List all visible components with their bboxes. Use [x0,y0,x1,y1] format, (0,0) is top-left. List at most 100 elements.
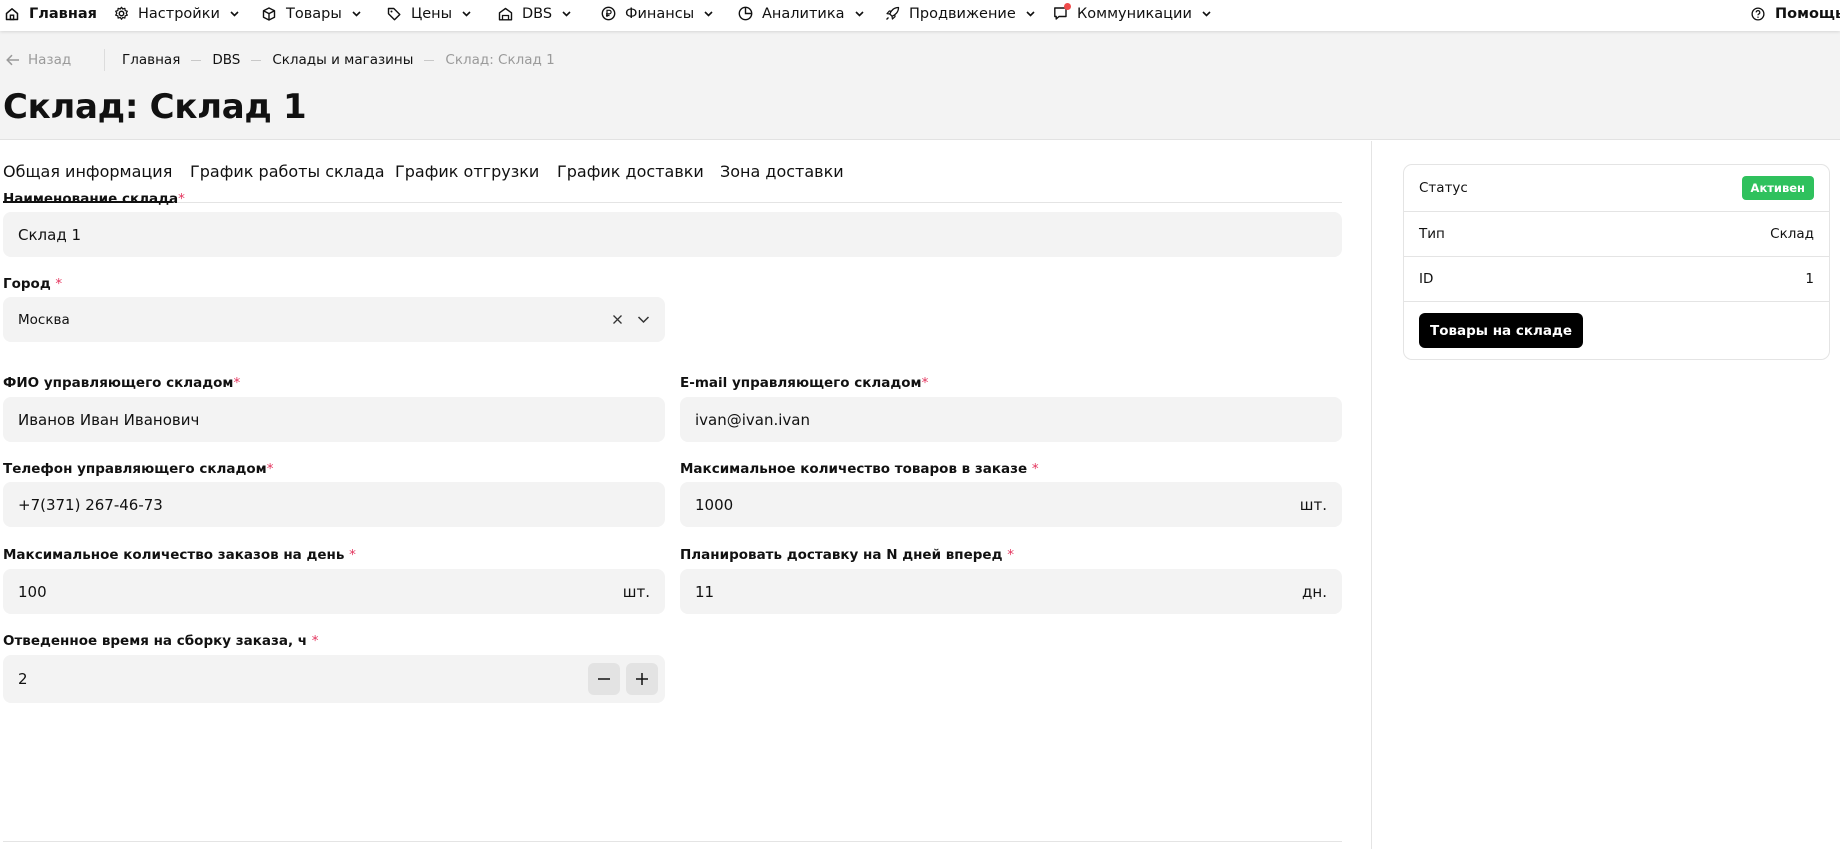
notification-dot [1064,2,1071,10]
decrement-button[interactable] [588,663,620,695]
warehouse-name-input[interactable]: Склад 1 [3,212,1342,257]
help-icon [1750,6,1766,22]
nav-finance-label: Финансы [625,5,695,22]
nav-promotion-label: Продвижение [909,5,1016,22]
nav-communications-label: Коммуникации [1077,5,1192,22]
required-mark: * [266,461,274,477]
chevron-down-icon[interactable] [637,315,650,324]
nav-help-label: Помощь [1775,5,1840,22]
page-title: Склад: Склад 1 [3,87,307,127]
tab-warehouse-schedule[interactable]: График работы склада [190,141,385,203]
nav-finance[interactable]: Финансы [600,0,714,27]
clear-icon[interactable] [612,314,623,325]
required-mark: * [349,547,356,563]
chevron-down-icon [462,11,471,17]
max-items-label: Максимальное количество товаров в заказе… [680,461,1039,477]
chevron-down-icon [1026,11,1035,17]
home-icon [4,6,20,22]
assembly-time-label: Отведенное время на сборку заказа, ч * [3,633,319,649]
max-orders-input[interactable]: 100 шт. [3,569,665,614]
plus-icon [636,673,648,685]
breadcrumb-home[interactable]: Главная [122,52,180,68]
tab-bar: Общая информация График работы склада Гр… [3,141,1342,203]
chevron-down-icon [562,11,571,17]
max-items-input[interactable]: 1000 шт. [680,482,1342,527]
chevron-down-icon [230,11,239,17]
warehouse-products-button[interactable]: Товары на складе [1419,313,1584,348]
tab-shipment-schedule[interactable]: График отгрузки [395,141,539,203]
required-mark: * [921,375,929,391]
id-row: ID 1 [1404,257,1829,302]
status-label: Статус [1419,180,1468,196]
top-navigation: Главная Настройки Товары Цены DBS Финанс [0,0,1840,31]
type-value: Склад [1770,226,1814,242]
id-value: 1 [1805,271,1814,287]
unit-label: дн. [1302,582,1327,601]
nav-analytics[interactable]: Аналитика [737,0,865,27]
nav-products-label: Товары [286,5,342,22]
nav-promotion[interactable]: Продвижение [884,0,1036,27]
type-row: Тип Склад [1404,212,1829,257]
price-tag-icon [386,6,402,22]
chat-icon [1052,2,1071,22]
breadcrumb-dbs[interactable]: DBS [212,52,240,68]
nav-dbs-label: DBS [522,5,553,22]
nav-prices-label: Цены [411,5,453,22]
required-mark: * [1031,461,1039,477]
chevron-down-icon [1202,11,1211,17]
breadcrumb-separator [251,59,262,61]
nav-analytics-label: Аналитика [762,5,845,22]
gear-icon [113,6,129,22]
manager-email-input[interactable]: ivan@ivan.ivan [680,397,1342,442]
city-select[interactable]: Москва [3,297,665,342]
type-label: Тип [1419,226,1445,242]
divider [1371,141,1372,849]
nav-settings[interactable]: Настройки [113,0,240,27]
warehouse-info-panel: Статус Активен Тип Склад ID 1 Товары на … [1403,164,1830,360]
nav-products[interactable]: Товары [261,0,362,27]
status-row: Статус Активен [1404,165,1829,212]
manager-email-label: E-mail управляющего складом* [680,375,929,391]
nav-home[interactable]: Главная [4,0,97,27]
required-mark: * [55,276,63,292]
manager-name-label: ФИО управляющего складом* [3,375,241,391]
id-label: ID [1419,271,1434,287]
nav-help[interactable]: Помощь [1750,0,1840,27]
manager-name-input[interactable]: Иванов Иван Иванович [3,397,665,442]
assembly-time-stepper[interactable]: 2 [3,655,665,703]
manager-phone-input[interactable]: +7(371) 267-46-73 [3,482,665,527]
main-content: Общая информация График работы склада Гр… [0,141,1371,849]
pie-chart-icon [737,6,753,22]
nav-dbs[interactable]: DBS [497,0,572,27]
chevron-down-icon [352,11,361,17]
box-icon [261,6,277,22]
nav-communications[interactable]: Коммуникации [1052,0,1212,27]
manager-phone-label: Телефон управляющего складом* [3,461,274,477]
plan-days-label: Планировать доставку на N дней вперед * [680,547,1014,563]
rocket-icon [884,6,900,22]
unit-label: шт. [1299,495,1327,514]
plan-days-input[interactable]: 11 дн. [680,569,1342,614]
back-link[interactable]: Назад [6,51,71,69]
nav-prices[interactable]: Цены [386,0,472,27]
tab-delivery-schedule[interactable]: График доставки [557,141,704,203]
breadcrumb-separator [424,59,435,61]
minus-icon [598,678,610,680]
breadcrumb-current: Склад: Склад 1 [445,52,555,68]
store-icon [497,6,513,22]
arrow-left-icon [6,54,19,66]
required-mark: * [233,375,241,391]
ruble-icon [600,6,616,22]
breadcrumb-warehouses[interactable]: Склады и магазины [272,52,413,68]
required-mark: * [1007,547,1014,563]
tab-delivery-zone[interactable]: Зона доставки [720,141,844,203]
back-label: Назад [28,52,72,68]
divider [3,841,1342,842]
required-mark: * [178,191,185,207]
warehouse-name-label: Наименование склада* [3,191,185,207]
increment-button[interactable] [626,663,658,695]
required-mark: * [311,633,319,649]
divider [104,49,105,71]
chevron-down-icon [854,11,864,17]
chevron-down-icon [704,11,713,17]
